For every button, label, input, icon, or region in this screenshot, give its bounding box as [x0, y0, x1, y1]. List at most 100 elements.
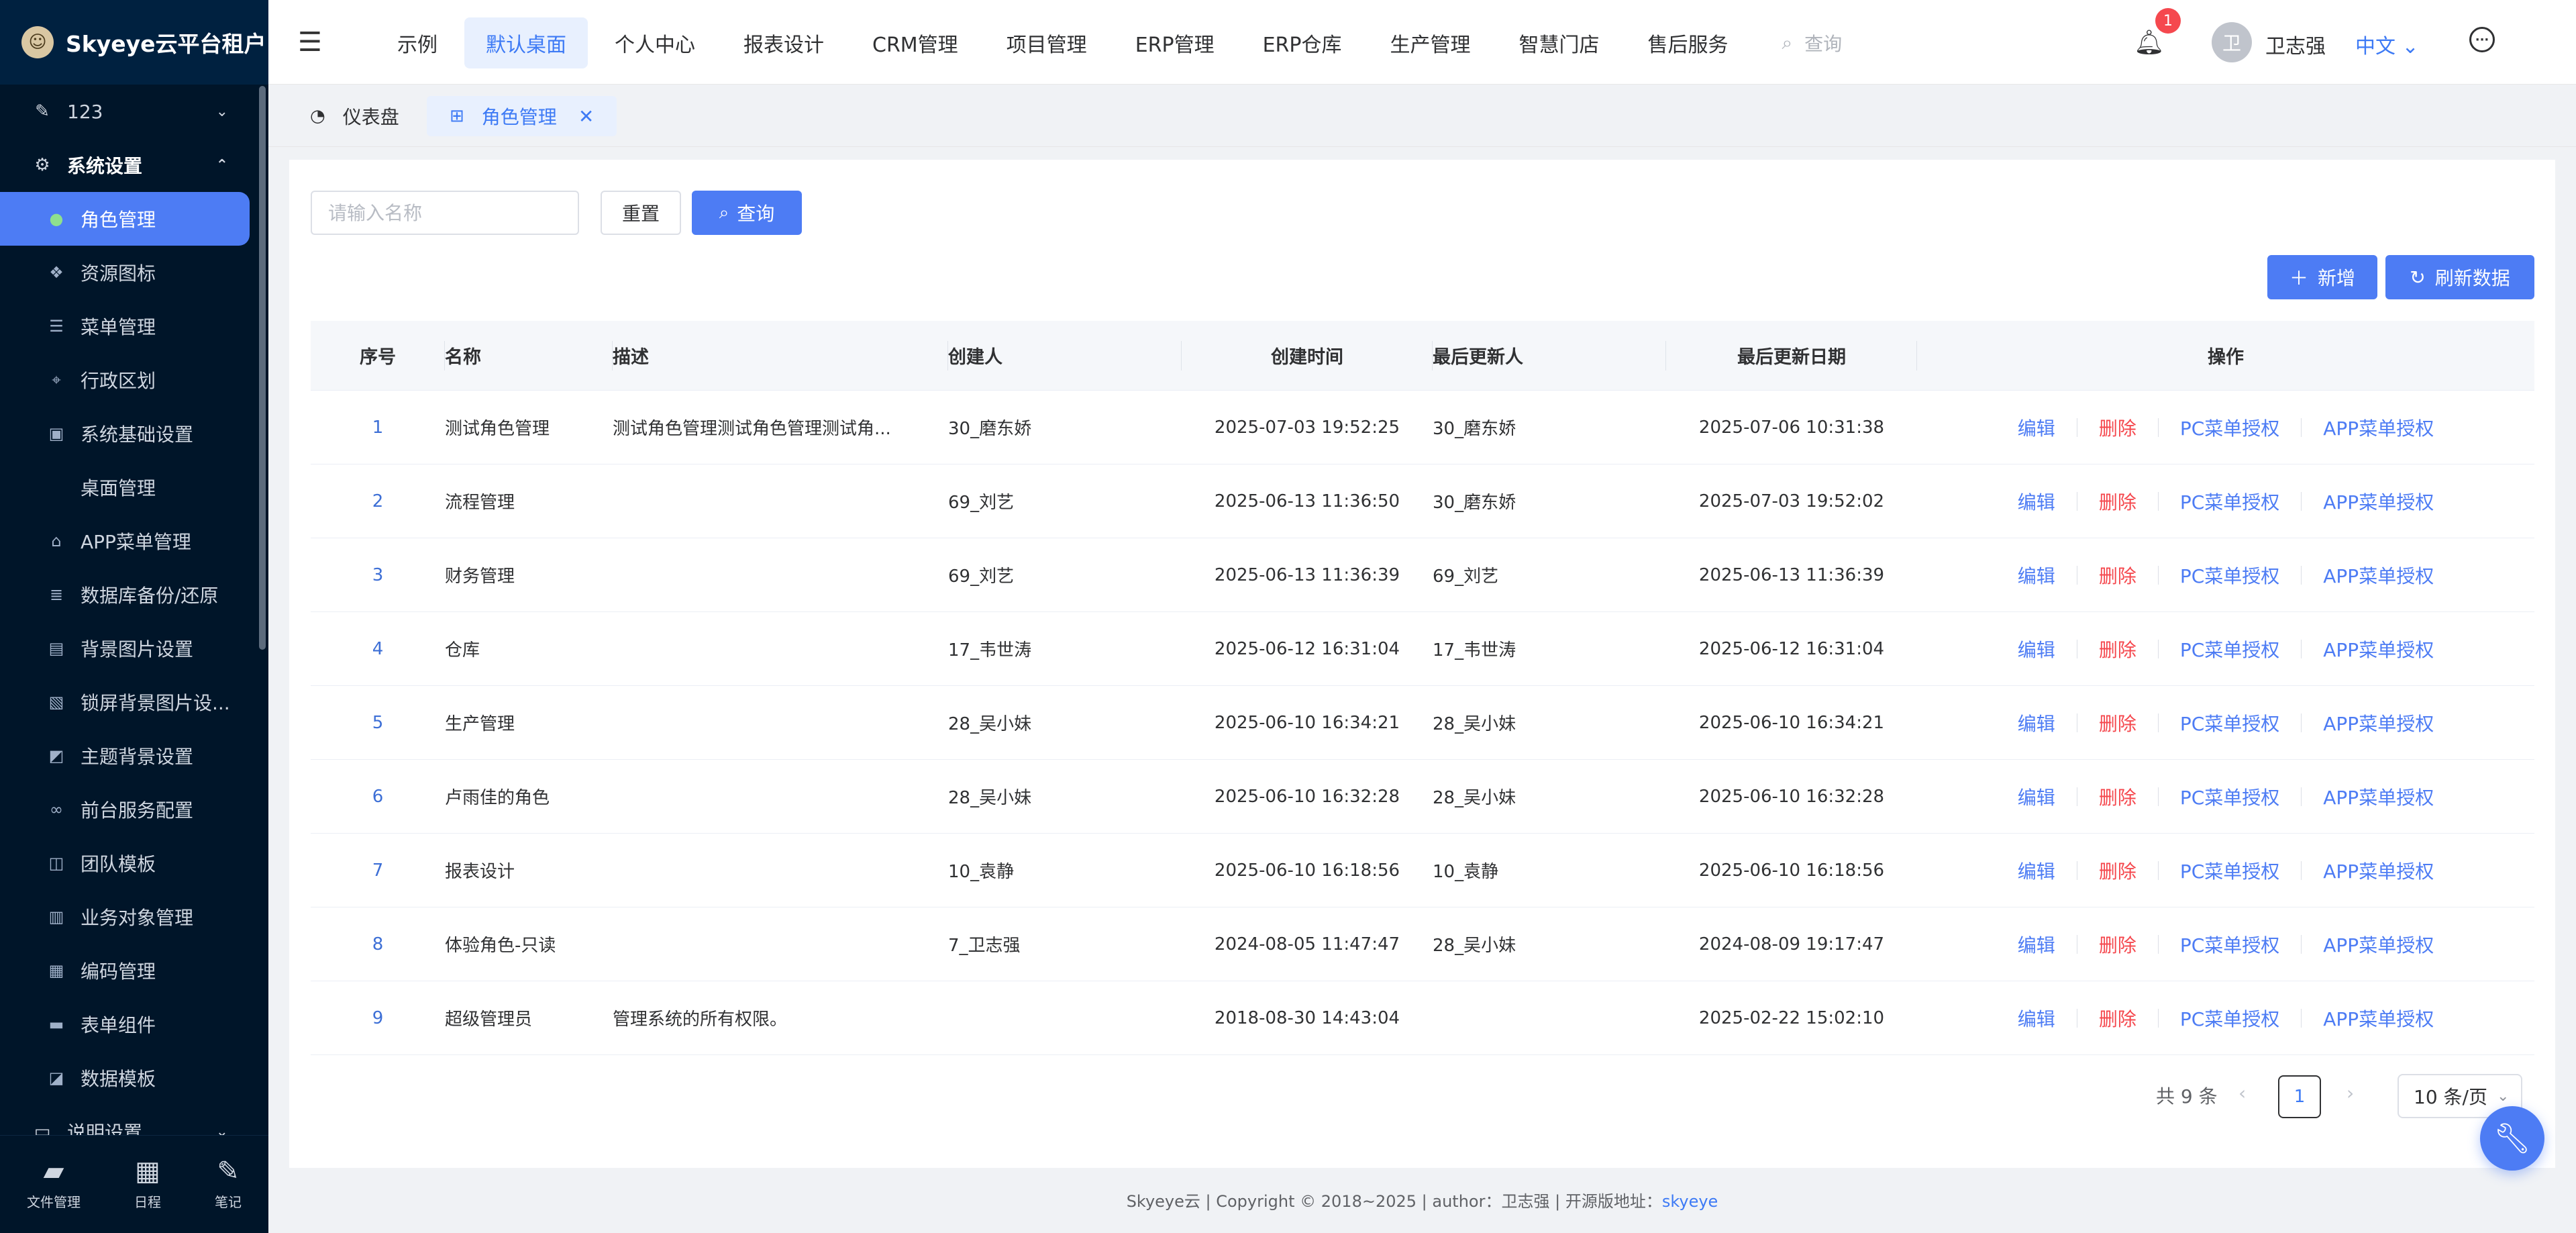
cell-creator: 17_韦世涛: [948, 640, 1032, 660]
sidebar-item-business-object[interactable]: ▥ 业务对象管理: [0, 890, 268, 944]
bell-icon[interactable]: 🔔︎: [2134, 28, 2165, 56]
nav-tab-crm[interactable]: CRM管理: [851, 17, 980, 68]
app-menu-auth-link[interactable]: APP菜单授权: [2323, 562, 2434, 589]
edit-link[interactable]: 编辑: [2018, 488, 2055, 515]
menu-group-description-settings[interactable]: ▭ 说明设置 ⌄: [0, 1105, 268, 1135]
name-search-input[interactable]: [311, 191, 579, 235]
form-icon: ▬: [48, 1015, 64, 1034]
nav-tab-example[interactable]: 示例: [376, 17, 459, 68]
delete-link[interactable]: 删除: [2099, 414, 2136, 441]
nav-tab-default-desktop[interactable]: 默认桌面: [464, 17, 588, 68]
column-header-actions: 操作: [1917, 321, 2534, 391]
pc-menu-auth-link[interactable]: PC菜单授权: [2180, 488, 2279, 515]
sidebar-item-db-backup[interactable]: ≣ 数据库备份/还原: [0, 568, 268, 622]
app-menu-auth-link[interactable]: APP菜单授权: [2323, 709, 2434, 736]
sidebar-item-region[interactable]: ⌖ 行政区划: [0, 353, 268, 407]
sidebar-item-form-components[interactable]: ▬ 表单组件: [0, 997, 268, 1051]
pc-menu-auth-link[interactable]: PC菜单授权: [2180, 783, 2279, 810]
chevron-right-icon[interactable]: ›: [2347, 1082, 2354, 1104]
delete-link[interactable]: 删除: [2099, 783, 2136, 810]
sidebar-item-role-management[interactable]: ● 角色管理: [0, 192, 250, 246]
sidebar-item-data-template[interactable]: ◪ 数据模板: [0, 1051, 268, 1105]
pc-menu-auth-link[interactable]: PC菜单授权: [2180, 931, 2279, 958]
edit-link[interactable]: 编辑: [2018, 709, 2055, 736]
delete-link[interactable]: 删除: [2099, 1005, 2136, 1032]
nav-tab-production[interactable]: 生产管理: [1368, 17, 1492, 68]
nav-tab-after-sales[interactable]: 售后服务: [1626, 17, 1749, 68]
page-tab-dashboard[interactable]: ◔ 仪表盘: [287, 96, 422, 136]
edit-link[interactable]: 编辑: [2018, 783, 2055, 810]
reset-button[interactable]: 重置: [601, 191, 681, 235]
edit-link[interactable]: 编辑: [2018, 1005, 2055, 1032]
delete-link[interactable]: 删除: [2099, 709, 2136, 736]
top-search[interactable]: ⌕ 查询: [1782, 30, 1842, 56]
chat-icon[interactable]: ···: [2469, 27, 2495, 52]
delete-link[interactable]: 删除: [2099, 562, 2136, 589]
nav-tab-smart-store[interactable]: 智慧门店: [1497, 17, 1620, 68]
sidebar: ☺ Skyeye云平台租户 ✎ 123 ⌄ ⚙ 系统设置 ⌃ ● 角色管理 ❖ …: [0, 0, 268, 1233]
pc-menu-auth-link[interactable]: PC菜单授权: [2180, 414, 2279, 441]
sidebar-item-desktop-management[interactable]: 桌面管理: [0, 460, 268, 514]
nav-tab-personal-center[interactable]: 个人中心: [593, 17, 717, 68]
close-icon[interactable]: ✕: [578, 105, 594, 128]
pagination-page-current[interactable]: 1: [2278, 1075, 2321, 1118]
menu-group-system-settings[interactable]: ⚙ 系统设置 ⌃: [0, 138, 268, 192]
avatar[interactable]: 卫: [2212, 22, 2252, 62]
app-menu-auth-link[interactable]: APP菜单授权: [2323, 488, 2434, 515]
app-menu-auth-link[interactable]: APP菜单授权: [2323, 414, 2434, 441]
cell-name: 生产管理: [445, 714, 515, 734]
sidebar-item-app-menu[interactable]: ⌂ APP菜单管理: [0, 514, 268, 568]
page-tab-role-management[interactable]: ⊞ 角色管理 ✕: [427, 96, 617, 136]
app-menu-auth-link[interactable]: APP菜单授权: [2323, 857, 2434, 884]
app-menu-auth-link[interactable]: APP菜单授权: [2323, 636, 2434, 662]
dock-schedule[interactable]: ▦ 日程: [134, 1158, 161, 1211]
sidebar-item-lockscreen-image[interactable]: ▧ 锁屏背景图片设...: [0, 675, 268, 729]
sidebar-item-frontend-service[interactable]: ∞ 前台服务配置: [0, 783, 268, 836]
sidebar-item-resource-icons[interactable]: ❖ 资源图标: [0, 246, 268, 299]
sidebar-item-background-image[interactable]: ▤ 背景图片设置: [0, 622, 268, 675]
refresh-button[interactable]: ↻ 刷新数据: [2385, 255, 2534, 299]
tools-fab-wrench-icon[interactable]: 🔧︎: [2480, 1106, 2544, 1171]
app-menu-auth-link[interactable]: APP菜单授权: [2323, 931, 2434, 958]
app-menu-auth-link[interactable]: APP菜单授权: [2323, 1005, 2434, 1032]
edit-link[interactable]: 编辑: [2018, 857, 2055, 884]
edit-link[interactable]: 编辑: [2018, 414, 2055, 441]
chevron-left-icon[interactable]: ‹: [2238, 1082, 2246, 1104]
sidebar-item-team-template[interactable]: ◫ 团队模板: [0, 836, 268, 890]
pc-menu-auth-link[interactable]: PC菜单授权: [2180, 636, 2279, 662]
add-button[interactable]: ＋ 新增: [2267, 255, 2377, 299]
sidebar-scrollbar[interactable]: [259, 86, 266, 650]
delete-link[interactable]: 删除: [2099, 857, 2136, 884]
app-logo-area[interactable]: ☺ Skyeye云平台租户: [0, 0, 268, 85]
cell-last-updater: 30_磨东娇: [1433, 419, 1516, 439]
delete-link[interactable]: 删除: [2099, 931, 2136, 958]
menu-group-123[interactable]: ✎ 123 ⌄: [0, 85, 268, 138]
nav-tab-erp[interactable]: ERP管理: [1114, 17, 1236, 68]
collapse-menu-icon[interactable]: ☰: [298, 27, 322, 58]
delete-link[interactable]: 删除: [2099, 488, 2136, 515]
pc-menu-auth-link[interactable]: PC菜单授权: [2180, 1005, 2279, 1032]
edit-link[interactable]: 编辑: [2018, 931, 2055, 958]
query-button[interactable]: ⌕ 查询: [692, 191, 802, 235]
footer-link[interactable]: skyeye: [1662, 1192, 1718, 1211]
username[interactable]: 卫志强: [2265, 30, 2326, 59]
language-select[interactable]: 中文 ⌄: [2355, 30, 2419, 59]
pc-menu-auth-link[interactable]: PC菜单授权: [2180, 709, 2279, 736]
action-divider: [2157, 417, 2159, 437]
edit-link[interactable]: 编辑: [2018, 636, 2055, 662]
sidebar-item-basic-settings[interactable]: ▣ 系统基础设置: [0, 407, 268, 460]
sidebar-item-menu-management[interactable]: ☰ 菜单管理: [0, 299, 268, 353]
sidebar-item-code-management[interactable]: ▦ 编码管理: [0, 944, 268, 997]
dock-file-management[interactable]: ▰ 文件管理: [27, 1158, 81, 1211]
pc-menu-auth-link[interactable]: PC菜单授权: [2180, 562, 2279, 589]
dock-notes[interactable]: ✎ 笔记: [215, 1158, 242, 1211]
nav-tab-report-design[interactable]: 报表设计: [722, 17, 845, 68]
nav-tab-erp-warehouse[interactable]: ERP仓库: [1241, 17, 1363, 68]
sidebar-item-label: 系统基础设置: [81, 424, 194, 446]
edit-link[interactable]: 编辑: [2018, 562, 2055, 589]
app-menu-auth-link[interactable]: APP菜单授权: [2323, 783, 2434, 810]
delete-link[interactable]: 删除: [2099, 636, 2136, 662]
pc-menu-auth-link[interactable]: PC菜单授权: [2180, 857, 2279, 884]
nav-tab-project[interactable]: 项目管理: [985, 17, 1109, 68]
sidebar-item-theme[interactable]: ◩ 主题背景设置: [0, 729, 268, 783]
